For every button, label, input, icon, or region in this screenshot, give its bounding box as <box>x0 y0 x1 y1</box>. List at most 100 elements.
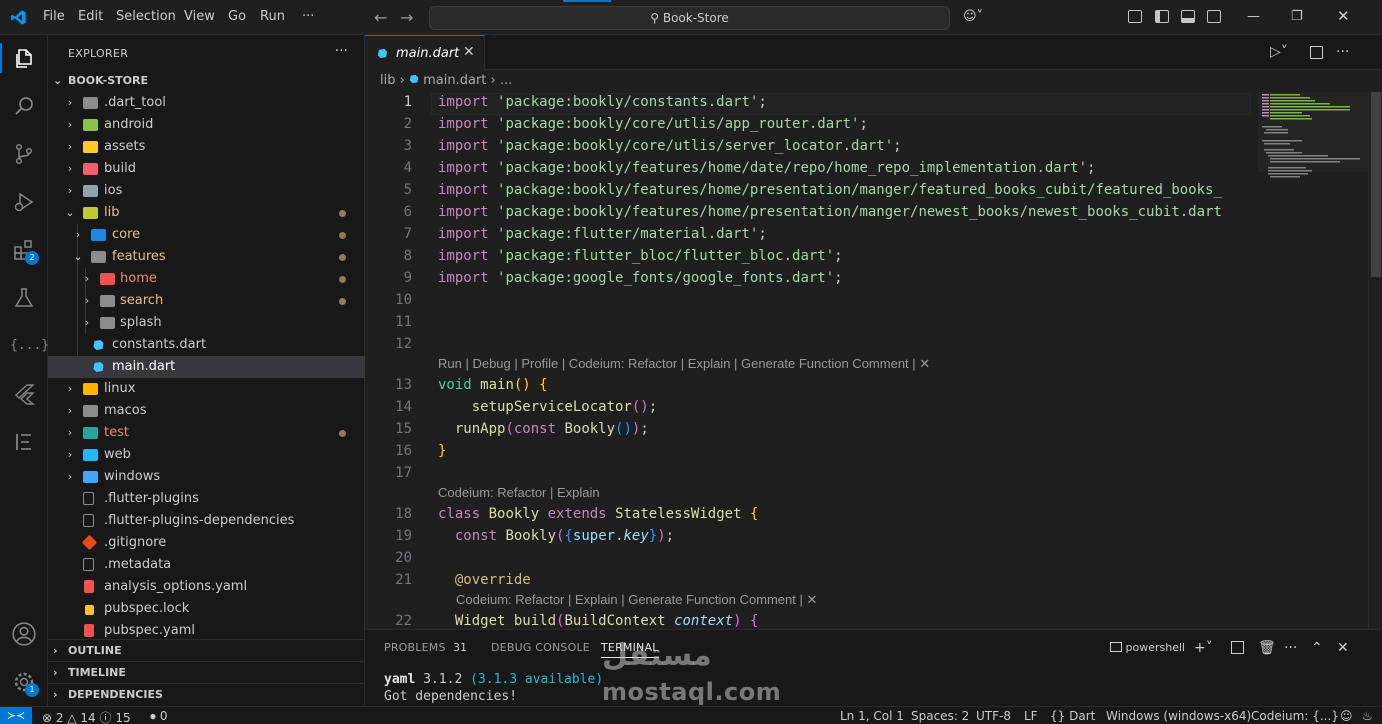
dependencies-section-header[interactable]: › DEPENDENCIES <box>48 683 365 705</box>
tree-item-lib[interactable]: ⌄ lib <box>48 202 365 224</box>
command-center-search[interactable]: ⚲ Book-Store <box>429 6 950 30</box>
tree-item-main-dart[interactable]: main.dart <box>48 356 365 378</box>
maximize-panel-icon[interactable]: ⌃ <box>1311 640 1323 656</box>
toggle-panel-icon[interactable] <box>1181 10 1195 23</box>
panel-more-icon[interactable]: ··· <box>1284 640 1297 656</box>
tree-item-splash[interactable]: › splash <box>48 312 365 334</box>
tree-item-pubspec-lock[interactable]: pubspec.lock <box>48 598 365 620</box>
cursor-position[interactable]: Ln 1, Col 1 <box>840 709 904 723</box>
chevron-right-icon: › <box>67 426 73 439</box>
split-editor-icon[interactable] <box>1310 46 1323 59</box>
editor-scrollbar[interactable] <box>1368 92 1382 629</box>
terminal-shell-selector[interactable]: powershell <box>1110 641 1185 654</box>
scrollbar-thumb[interactable] <box>1371 92 1381 277</box>
minimize-icon[interactable]: — <box>1247 9 1260 24</box>
tree-item-flutter-plugins[interactable]: .flutter-plugins <box>48 488 365 510</box>
menu-run[interactable]: Run <box>260 9 285 24</box>
tree-item-assets[interactable]: › assets <box>48 136 365 158</box>
tree-item-ios[interactable]: › ios <box>48 180 365 202</box>
problems-status[interactable]: ⊗ 2 △ 14 ⓘ 15 <box>42 709 131 724</box>
tree-item-metadata[interactable]: .metadata <box>48 554 365 576</box>
chevron-down-icon: ⌄ <box>65 206 75 219</box>
minimap[interactable] <box>1258 92 1368 629</box>
new-terminal-icon[interactable]: +˅ <box>1194 640 1213 656</box>
folder-open-icon <box>91 251 106 263</box>
tree-item-android[interactable]: › android <box>48 114 365 136</box>
indentation[interactable]: Spaces: 2 <box>911 709 969 723</box>
extensions-icon[interactable]: 2 <box>10 236 39 265</box>
tree-item-analysis-options[interactable]: analysis_options.yaml <box>48 576 365 598</box>
account-icon[interactable] <box>10 620 38 648</box>
split-terminal-icon[interactable] <box>1231 641 1244 654</box>
tab-problems[interactable]: PROBLEMS <box>384 641 446 654</box>
remote-indicator-icon[interactable]: ≻≺ <box>0 707 32 724</box>
tab-main-dart[interactable]: main.dart ✕ <box>365 35 485 70</box>
close-window-icon[interactable]: ✕ <box>1337 7 1350 25</box>
close-tab-icon[interactable]: ✕ <box>463 44 475 60</box>
source-control-icon[interactable] <box>10 140 38 168</box>
restore-icon[interactable]: ❐ <box>1291 9 1303 24</box>
tree-item-dart-tool[interactable]: › .dart_tool <box>48 92 365 114</box>
tree-item-web[interactable]: › web <box>48 444 365 466</box>
tree-item-linux[interactable]: › linux <box>48 378 365 400</box>
tree-item-test[interactable]: › test <box>48 422 365 444</box>
keyword: import <box>438 270 489 286</box>
encoding[interactable]: UTF-8 <box>976 709 1011 723</box>
close-panel-icon[interactable]: ✕ <box>1337 640 1349 656</box>
outline-list-icon[interactable] <box>10 428 38 456</box>
menu-more[interactable]: ··· <box>302 9 314 24</box>
end-of-line[interactable]: LF <box>1024 709 1038 723</box>
tree-item-label: features <box>112 249 166 264</box>
tree-item-features[interactable]: ⌄ features <box>48 246 365 268</box>
accounts-icon[interactable]: ☺ <box>1340 709 1353 723</box>
breadcrumb-main-dart[interactable]: main.dart <box>423 73 486 88</box>
flutter-icon[interactable] <box>10 380 38 408</box>
breadcrumb-lib[interactable]: lib <box>380 73 395 88</box>
back-arrow-icon[interactable]: ← <box>374 8 387 27</box>
run-code-icon[interactable]: ▷˅ <box>1270 44 1288 60</box>
code-lens-class[interactable]: Codeium: Refactor | Explain <box>438 485 600 500</box>
json-icon[interactable]: {...} <box>10 332 49 360</box>
tree-item-flutter-plugins-dependencies[interactable]: .flutter-plugins-dependencies <box>48 510 365 532</box>
tree-item-build[interactable]: › build <box>48 158 365 180</box>
outline-section-header[interactable]: › OUTLINE <box>48 639 365 661</box>
language-mode[interactable]: {} Dart <box>1050 709 1095 723</box>
run-debug-icon[interactable] <box>10 188 38 216</box>
code-lens-main[interactable]: Run | Debug | Profile | Codeium: Refacto… <box>438 356 930 372</box>
flutter-device[interactable]: Windows (windows-x64) <box>1106 709 1251 723</box>
tree-item-core[interactable]: › core <box>48 224 365 246</box>
menu-go[interactable]: Go <box>228 9 246 24</box>
toggle-primary-sidebar-icon[interactable] <box>1155 10 1169 23</box>
tree-item-macos[interactable]: › macos <box>48 400 365 422</box>
tree-item-constants-dart[interactable]: constants.dart <box>48 334 365 356</box>
explorer-icon[interactable] <box>10 45 38 73</box>
notifications-bell-icon[interactable]: ♨ <box>1362 709 1373 723</box>
menu-edit[interactable]: Edit <box>78 9 103 24</box>
workspace-root-header[interactable]: ⌄ BOOK-STORE <box>48 70 365 92</box>
copilot-icon[interactable]: ☺˅ <box>963 9 983 24</box>
tree-item-gitignore[interactable]: .gitignore <box>48 532 365 554</box>
code-editor[interactable]: 1 2 3 4 5 6 7 8 9 10 11 12 13 14 15 16 1… <box>365 92 1255 629</box>
tree-item-search[interactable]: › search <box>48 290 365 312</box>
breadcrumb-ellipsis[interactable]: ... <box>500 73 512 88</box>
editor-more-icon[interactable]: ··· <box>1336 44 1349 60</box>
toggle-secondary-sidebar-icon[interactable] <box>1207 10 1221 23</box>
forward-arrow-icon[interactable]: → <box>400 8 413 27</box>
tree-item-home[interactable]: › home <box>48 268 365 290</box>
search-icon[interactable] <box>10 92 38 120</box>
string-literal: 'package:google_fonts/google_fonts.dart' <box>497 270 835 286</box>
customize-layout-icon[interactable] <box>1128 10 1142 23</box>
tree-item-windows[interactable]: › windows <box>48 466 365 488</box>
testing-icon[interactable] <box>10 284 38 312</box>
trash-icon[interactable]: 🗑 <box>1258 640 1276 656</box>
codeium-status[interactable]: Codeium: {...} <box>1251 709 1339 723</box>
menu-selection[interactable]: Selection <box>116 9 176 24</box>
timeline-section-header[interactable]: › TIMELINE <box>48 661 365 683</box>
ports-status[interactable]: ⦁ 0 <box>150 709 167 724</box>
sidebar-more-icon[interactable]: ··· <box>335 43 348 59</box>
code-lens-build[interactable]: Codeium: Refactor | Explain | Generate F… <box>456 592 817 608</box>
tab-debug-console[interactable]: DEBUG CONSOLE <box>491 641 590 654</box>
settings-gear-icon[interactable]: 1 <box>10 668 39 697</box>
menu-view[interactable]: View <box>184 9 215 24</box>
menu-file[interactable]: File <box>43 9 65 24</box>
